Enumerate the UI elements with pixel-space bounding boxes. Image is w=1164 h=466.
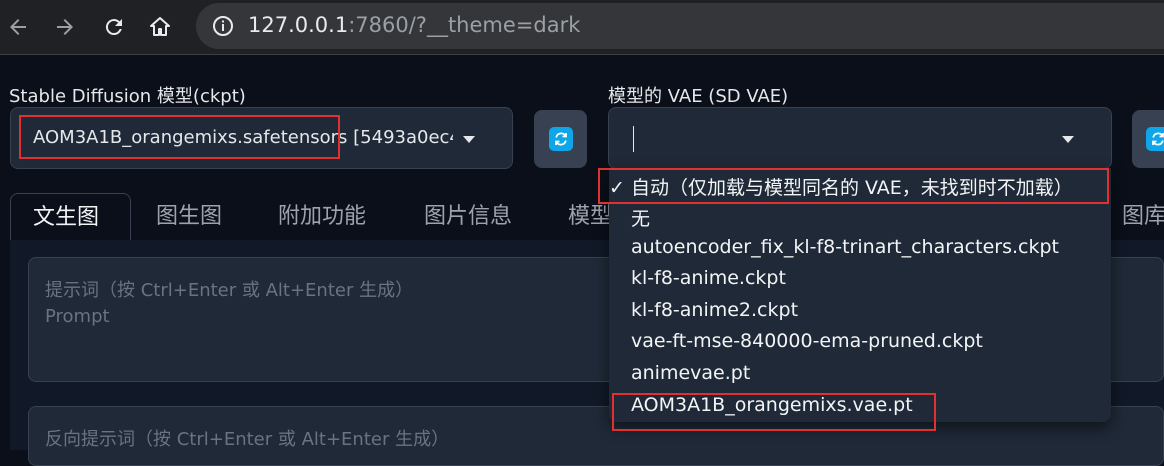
vae-option[interactable]: vae-ft-mse-840000-ema-pruned.ckpt	[631, 330, 983, 352]
vae-option-aom3a1b[interactable]: AOM3A1B_orangemixs.vae.pt	[631, 394, 913, 416]
refresh-icon	[548, 127, 573, 151]
tab-model[interactable]: 模型	[568, 193, 612, 241]
vae-option-auto[interactable]: ✓ 自动（仅加载与模型同名的 VAE，未找到时不加载）	[609, 173, 1073, 200]
refresh-vae-button[interactable]	[1132, 110, 1164, 168]
url-path: :7860/?__theme=dark	[348, 13, 581, 37]
url-host: 127.0.0.1	[248, 13, 349, 37]
sd-model-dropdown[interactable]: AOM3A1B_orangemixs.safetensors [5493a0ec…	[10, 107, 513, 169]
chevron-down-icon[interactable]	[463, 136, 475, 143]
vae-dropdown[interactable]	[608, 107, 1112, 169]
sd-model-label: Stable Diffusion 模型(ckpt)	[9, 86, 246, 107]
tab-img2img[interactable]: 图生图	[156, 193, 222, 241]
vae-option[interactable]: kl-f8-anime2.ckpt	[631, 299, 798, 321]
sd-model-value: AOM3A1B_orangemixs.safetensors [5493a0ec…	[33, 127, 453, 148]
text-cursor	[633, 126, 634, 152]
vae-option[interactable]: animevae.pt	[631, 362, 750, 384]
reload-icon[interactable]	[97, 10, 131, 44]
vae-label: 模型的 VAE (SD VAE)	[608, 86, 789, 107]
vae-option[interactable]: kl-f8-anime.ckpt	[631, 267, 786, 289]
prompt-placeholder-secondary: Prompt	[45, 306, 110, 327]
tab-gallery[interactable]: 图库	[1122, 193, 1164, 241]
vae-option[interactable]: autoencoder_fix_kl-f8-trinart_characters…	[631, 236, 1059, 258]
address-bar[interactable]: 127.0.0.1:7860/?__theme=dark	[196, 3, 1164, 49]
url-text[interactable]: 127.0.0.1:7860/?__theme=dark	[248, 13, 580, 37]
info-icon[interactable]	[212, 15, 234, 37]
browser-toolbar: 127.0.0.1:7860/?__theme=dark	[0, 0, 1164, 55]
refresh-icon	[1146, 127, 1164, 151]
forward-arrow-icon[interactable]	[48, 10, 82, 44]
prompt-placeholder: 提示词（按 Ctrl+Enter 或 Alt+Enter 生成）	[45, 280, 414, 301]
back-arrow-icon[interactable]	[1, 10, 35, 44]
negative-prompt-placeholder: 反向提示词（按 Ctrl+Enter 或 Alt+Enter 生成）	[45, 429, 450, 450]
tab-txt2img[interactable]: 文生图	[10, 193, 131, 241]
refresh-sd-model-button[interactable]	[534, 110, 587, 168]
tab-png-info[interactable]: 图片信息	[424, 193, 512, 241]
vae-option-none[interactable]: 无	[631, 204, 650, 231]
vae-dropdown-list: ✓ 自动（仅加载与模型同名的 VAE，未找到时不加载） 无 autoencode…	[609, 168, 1111, 422]
tab-extras[interactable]: 附加功能	[278, 193, 366, 241]
chevron-down-icon[interactable]	[1062, 136, 1074, 143]
home-icon[interactable]	[143, 10, 177, 44]
